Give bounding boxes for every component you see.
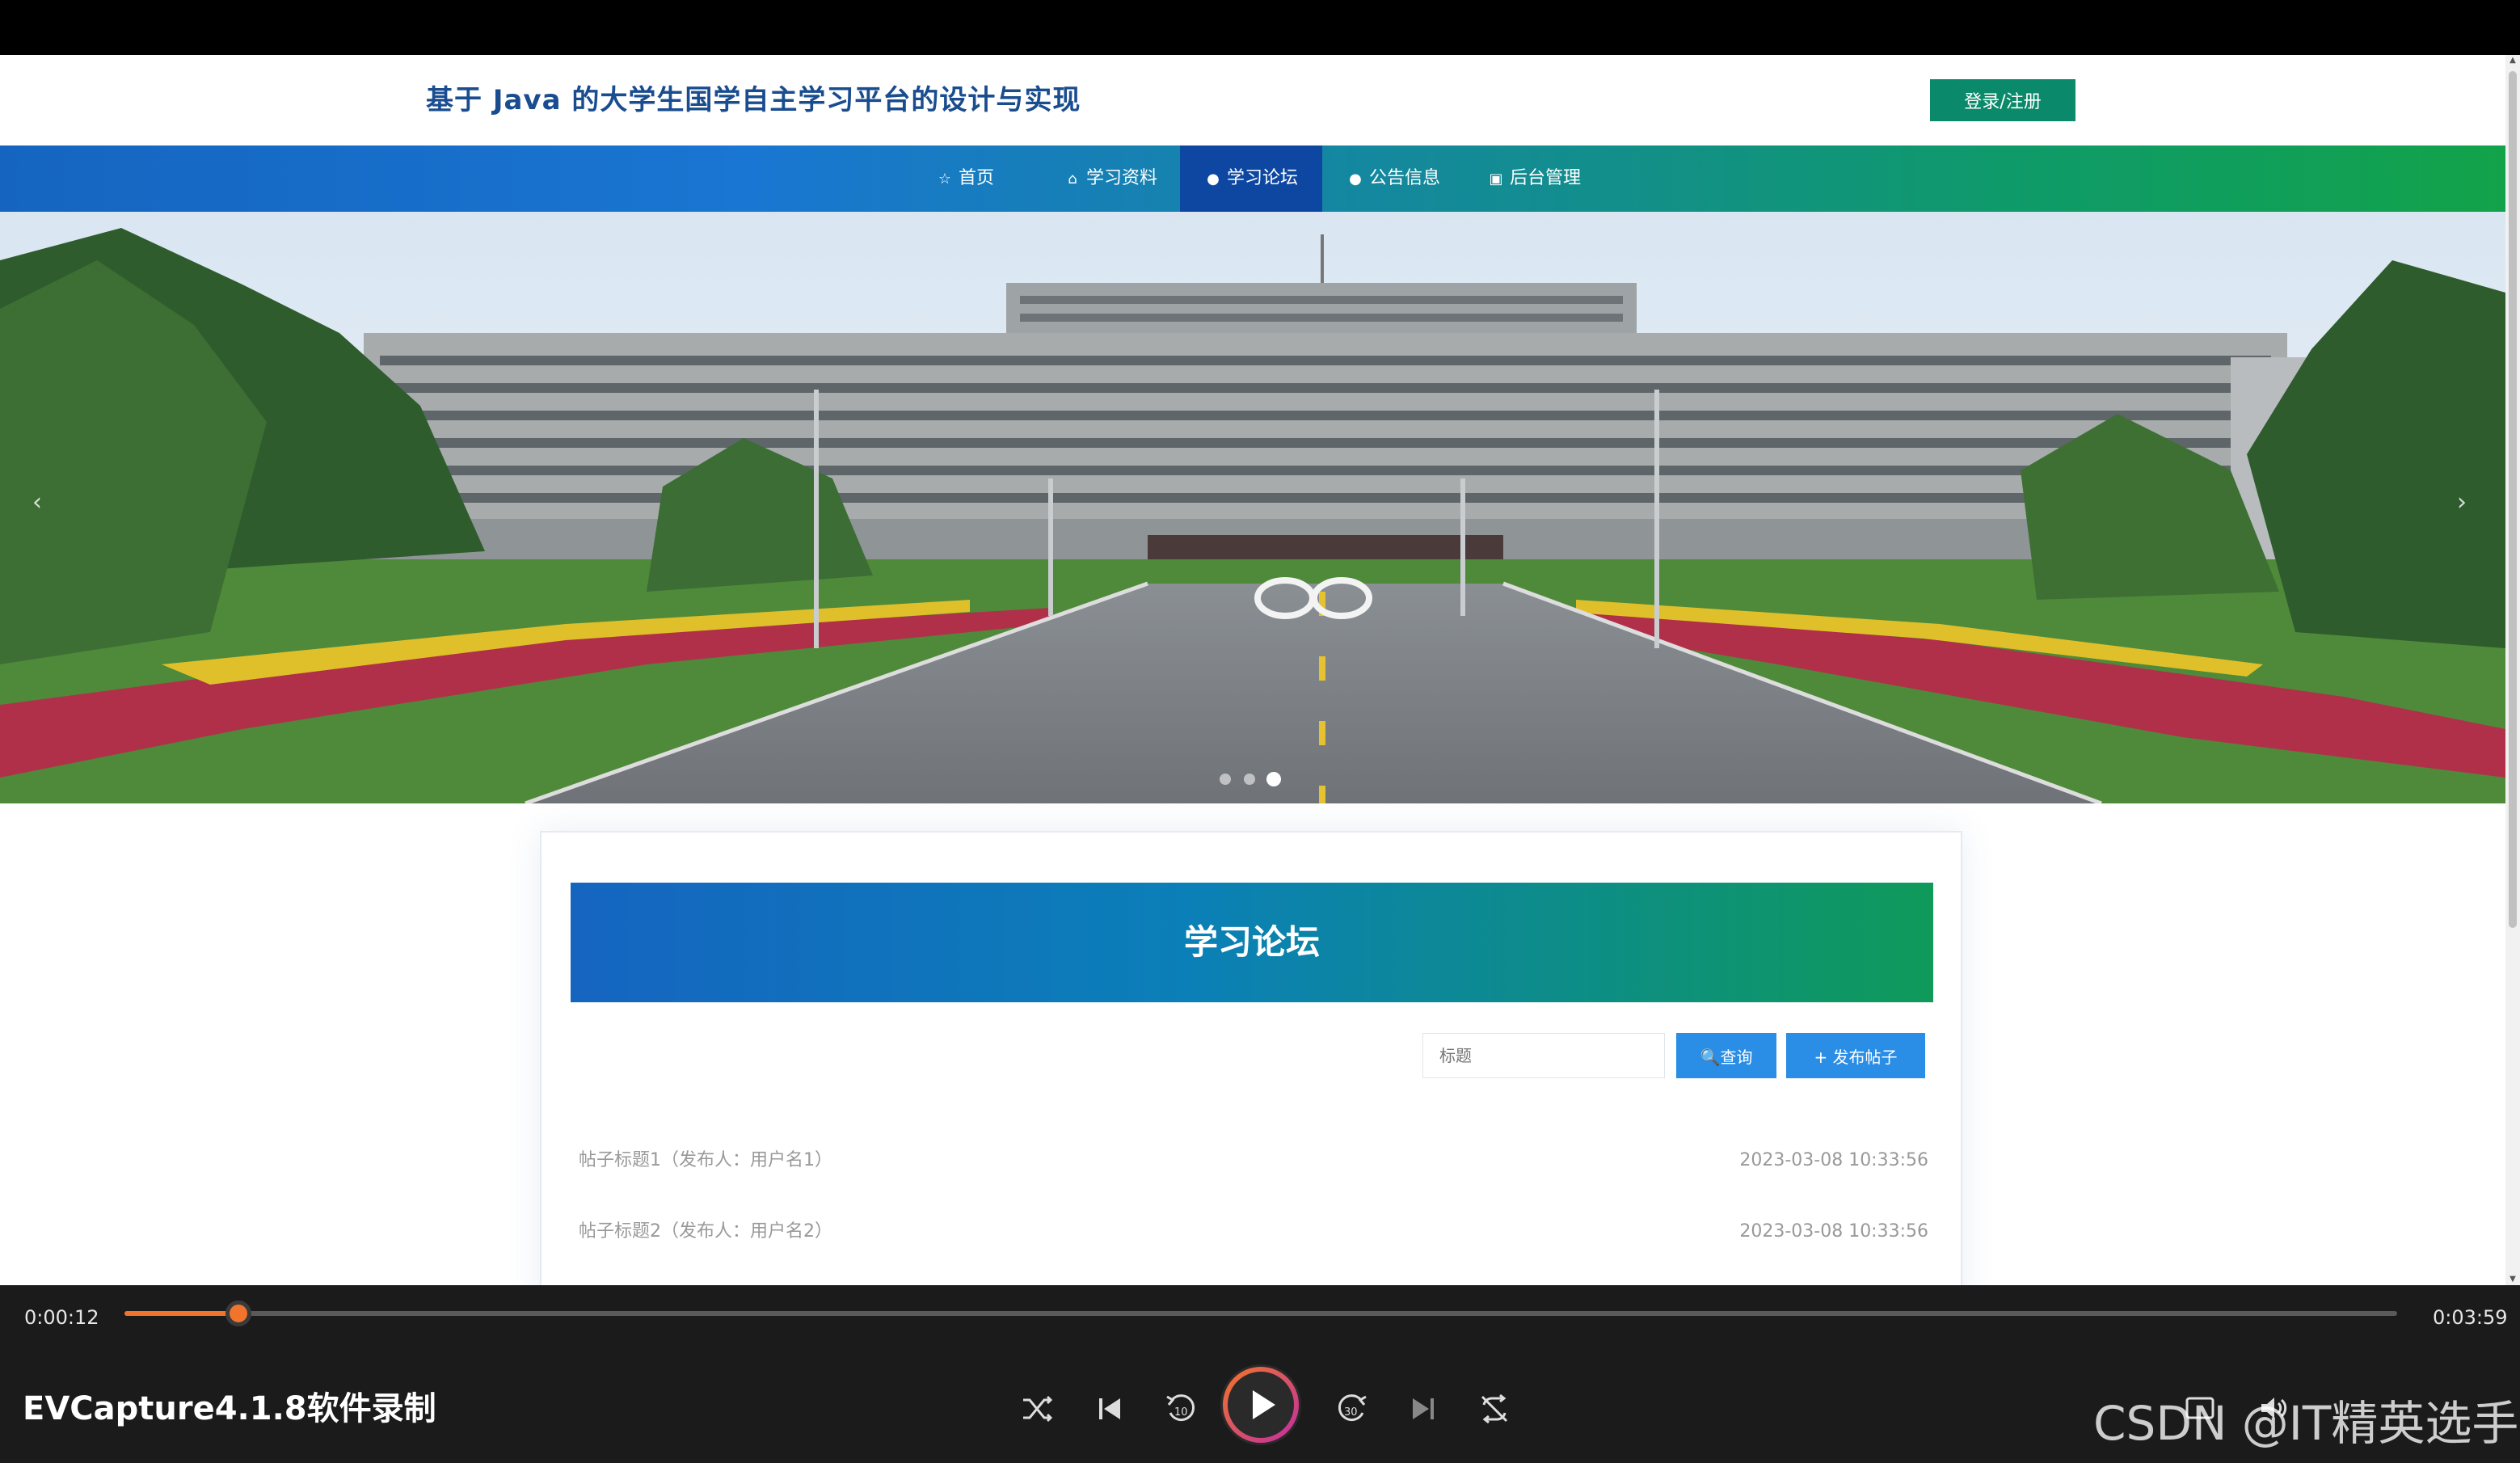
search-button[interactable]: 🔍查询 [1676, 1033, 1776, 1078]
calendar-icon: ▣ [1489, 171, 1503, 188]
play-button[interactable] [1220, 1364, 1301, 1445]
nav-item-study-forum[interactable]: ● 学习论坛 [1180, 145, 1323, 212]
campus-building-image [0, 212, 2505, 803]
seek-bar[interactable] [124, 1301, 2397, 1326]
scroll-down-arrow-icon[interactable]: ▼ [2509, 1275, 2517, 1284]
total-duration: 0:03:59 [2433, 1306, 2508, 1329]
post-date: 2023-03-08 10:33:56 [1739, 1150, 1928, 1170]
publish-post-button[interactable]: + 发布帖子 [1786, 1033, 1925, 1078]
forum-panel: 学习论坛 🔍查询 + 发布帖子 帖子标题1（发布人：用户名1） 2023-03-… [540, 831, 1962, 1285]
svg-text:30: 30 [1344, 1406, 1358, 1419]
screen: 基于 Java 的大学生国学自主学习平台的设计与实现 登录/注册 ☆ 首页 ⌂ 学习… [0, 0, 2520, 1463]
login-register-button[interactable]: 登录/注册 [1930, 79, 2075, 121]
nav-item-label: 公告信息 [1369, 168, 1441, 188]
circle-icon: ● [1207, 171, 1220, 188]
site-header: 基于 Java 的大学生国学自主学习平台的设计与实现 登录/注册 [0, 55, 2505, 145]
circle-icon: ● [1349, 171, 1362, 188]
web-page: 基于 Java 的大学生国学自主学习平台的设计与实现 登录/注册 ☆ 首页 ⌂ 学习… [0, 55, 2505, 1285]
forum-title: 学习论坛 [1183, 922, 1320, 962]
search-title-input[interactable] [1422, 1033, 1665, 1078]
carousel-indicators [1220, 772, 1281, 786]
nav-item-label: 后台管理 [1510, 168, 1582, 188]
post-list-item[interactable]: 帖子标题2（发布人：用户名2） 2023-03-08 10:33:56 [579, 1212, 1928, 1251]
main-navbar: ☆ 首页 ⌂ 学习资料 ● 学习论坛 ● 公告信息 ▣ 后台管理 [0, 145, 2505, 212]
forward-30-icon[interactable]: 30 [1332, 1389, 1372, 1429]
campus-banner-carousel: ‹ › [0, 212, 2505, 803]
current-time: 0:00:12 [24, 1306, 99, 1329]
carousel-next-button[interactable]: › [2446, 487, 2478, 519]
nav-item-admin[interactable]: ▣ 后台管理 [1463, 145, 1605, 212]
csdn-watermark: CSDN @IT精英选手 [2093, 1396, 2519, 1451]
previous-track-icon[interactable] [1089, 1389, 1130, 1429]
carousel-prev-button[interactable]: ‹ [21, 487, 53, 519]
nav-item-announcements[interactable]: ● 公告信息 [1322, 145, 1464, 212]
home-icon: ⌂ [1068, 171, 1077, 188]
carousel-dot-3[interactable] [1266, 772, 1281, 786]
nav-item-label: 学习论坛 [1227, 168, 1299, 188]
page-scrollbar[interactable]: ▲ ▼ [2505, 55, 2520, 1285]
nav-item-home[interactable]: ☆ 首页 [912, 145, 1018, 212]
post-date: 2023-03-08 10:33:56 [1739, 1221, 1928, 1242]
post-list-item[interactable]: 帖子标题1（发布人：用户名1） 2023-03-08 10:33:56 [579, 1141, 1928, 1180]
forum-header-banner: 学习论坛 [571, 883, 1933, 1002]
svg-text:10: 10 [1174, 1406, 1188, 1419]
play-icon [1223, 1367, 1299, 1443]
carousel-dot-2[interactable] [1244, 774, 1255, 785]
recorder-label: EVCapture4.1.8软件录制 [23, 1390, 436, 1427]
seek-bar-progress [124, 1311, 238, 1316]
nav-item-label: 首页 [959, 168, 995, 188]
shuffle-icon[interactable] [1017, 1389, 1057, 1429]
carousel-dot-1[interactable] [1220, 774, 1231, 785]
nav-item-study-materials[interactable]: ⌂ 学习资料 [1039, 145, 1182, 212]
nav-item-label: 学习资料 [1086, 168, 1158, 188]
site-title: 基于 Java 的大学生国学自主学习平台的设计与实现 [426, 84, 1081, 116]
seek-bar-handle[interactable] [225, 1301, 251, 1326]
next-track-icon[interactable] [1403, 1389, 1443, 1429]
video-player-controls: 0:00:12 0:03:59 EVCapture4.1.8软件录制 10 30… [0, 1285, 2520, 1463]
scroll-up-arrow-icon[interactable]: ▲ [2509, 57, 2517, 65]
post-title[interactable]: 帖子标题2（发布人：用户名2） [579, 1212, 832, 1251]
scrollbar-thumb[interactable] [2509, 71, 2517, 928]
star-icon: ☆ [938, 171, 952, 188]
post-title[interactable]: 帖子标题1（发布人：用户名1） [579, 1141, 832, 1180]
repeat-off-icon[interactable] [1474, 1389, 1515, 1429]
rewind-10-icon[interactable]: 10 [1161, 1389, 1201, 1429]
